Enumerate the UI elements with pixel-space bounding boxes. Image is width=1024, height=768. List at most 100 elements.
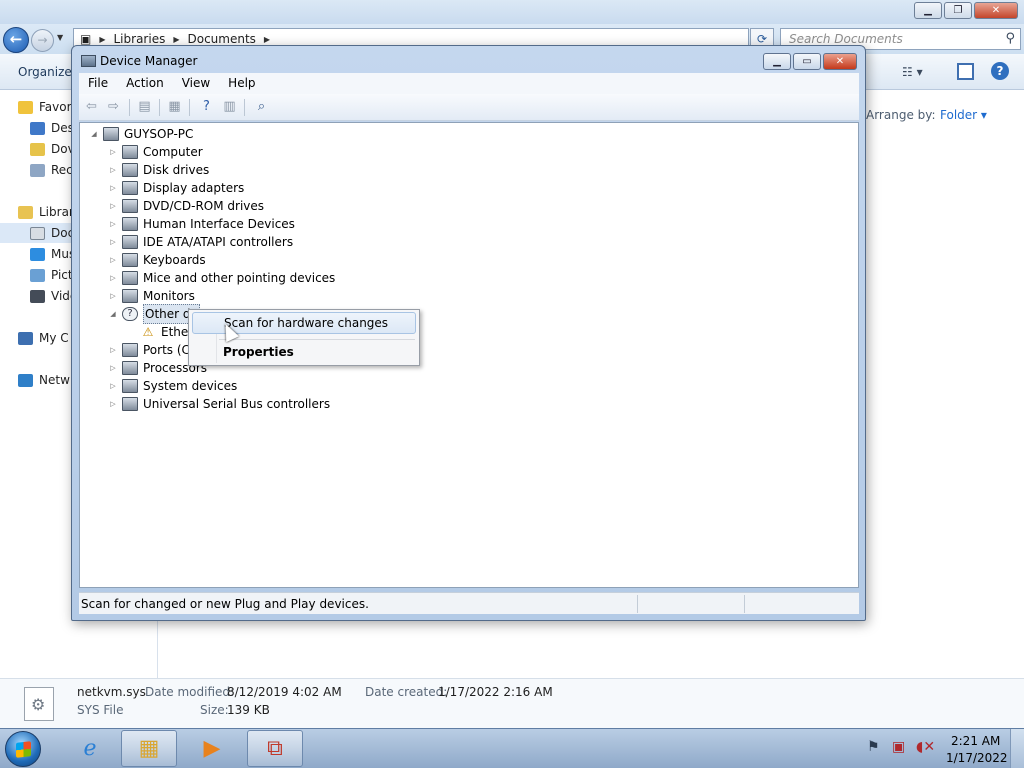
breadcrumb-libraries[interactable]: Libraries (114, 32, 166, 46)
tree-item-ports[interactable]: ▷ Ports (CO (107, 341, 199, 359)
chevron-right-icon[interactable]: ▶ (264, 35, 270, 44)
network-error-icon[interactable]: ▣ (892, 739, 905, 755)
chevron-down-icon: ▾ (980, 108, 987, 122)
back-button[interactable]: ← (3, 27, 29, 53)
tree-item-other-devices[interactable]: ◢? Other de (107, 304, 200, 324)
nav-favorites[interactable]: Favor (18, 97, 72, 117)
help-icon[interactable]: ? (991, 62, 1009, 80)
expand-icon[interactable]: ▷ (107, 359, 119, 377)
star-icon (18, 100, 33, 114)
expand-icon[interactable]: ▷ (107, 161, 119, 179)
collapse-icon[interactable]: ◢ (107, 305, 119, 323)
dvd-drive-icon (122, 199, 138, 213)
maximize-button[interactable]: ❐ (944, 2, 972, 19)
organize-button[interactable]: Organize (18, 65, 72, 79)
tree-item-keyboards[interactable]: ▷ Keyboards (107, 251, 206, 269)
date-created-value: 1/17/2022 2:16 AM (438, 685, 553, 699)
minimize-button[interactable]: ▁ (763, 53, 791, 70)
nav-my-computer[interactable]: My C (18, 328, 69, 348)
volume-muted-icon[interactable]: ◖✕ (916, 739, 935, 755)
show-desktop-button[interactable] (1010, 729, 1024, 768)
expand-icon[interactable]: ▷ (107, 269, 119, 287)
context-menu: Scan for hardware changes Properties (188, 309, 420, 366)
close-button[interactable]: ✕ (823, 53, 857, 70)
action-center-flag-icon[interactable]: ⚑ (867, 739, 880, 755)
collapse-icon[interactable]: ◢ (88, 125, 100, 143)
forward-arrow-icon[interactable]: ⇨ (105, 99, 122, 115)
preview-pane-button[interactable] (957, 63, 974, 80)
tree-item-dvd-drives[interactable]: ▷ DVD/CD-ROM drives (107, 197, 264, 215)
menu-help[interactable]: Help (219, 73, 264, 94)
tree-item-computer[interactable]: ▷ Computer (107, 143, 203, 161)
change-view-button[interactable]: ☷ ▾ (902, 65, 923, 79)
clock-date[interactable]: 1/17/2022 (946, 751, 1008, 765)
search-icon[interactable]: ⚲ (1005, 29, 1015, 49)
explorer-titlebar[interactable]: ▁ ❐ ✕ (0, 0, 1024, 24)
chevron-right-icon[interactable]: ▶ (173, 35, 179, 44)
nav-downloads[interactable]: Dov (30, 139, 75, 159)
tree-item-ide-controllers[interactable]: ▷ IDE ATA/ATAPI controllers (107, 233, 293, 251)
expand-icon[interactable]: ▷ (107, 377, 119, 395)
date-created-label: Date created: (365, 685, 448, 699)
show-hide-console-tree-icon[interactable]: ▤ (136, 99, 153, 115)
help-icon[interactable]: ? (198, 99, 215, 115)
menu-view[interactable]: View (173, 73, 219, 94)
library-icon: ▣ (80, 32, 92, 46)
back-arrow-icon[interactable]: ⇦ (83, 99, 100, 115)
expand-icon[interactable]: ▷ (107, 143, 119, 161)
windows-explorer-icon[interactable]: ▦ (121, 730, 177, 767)
expand-icon[interactable]: ▷ (107, 341, 119, 359)
expand-icon[interactable]: ▷ (107, 233, 119, 251)
tree-root[interactable]: ◢ GUYSOP-PC (88, 125, 193, 143)
properties-item[interactable]: Properties (192, 341, 416, 363)
port-icon (122, 343, 138, 357)
expand-icon[interactable]: ▷ (107, 215, 119, 233)
recent-places-icon (30, 163, 45, 177)
start-button[interactable] (5, 731, 41, 767)
menu-file[interactable]: File (79, 73, 117, 94)
expand-icon[interactable]: ▷ (107, 251, 119, 269)
tree-item-display-adapters[interactable]: ▷ Display adapters (107, 179, 244, 197)
expand-icon[interactable]: ▷ (107, 395, 119, 413)
close-button[interactable]: ✕ (974, 2, 1018, 19)
breadcrumb-documents[interactable]: Documents (187, 32, 255, 46)
internet-explorer-icon[interactable]: ℯ (62, 730, 118, 767)
media-player-icon[interactable]: ▶ (184, 730, 240, 767)
properties-icon[interactable]: ▦ (166, 99, 183, 115)
tree-item-hid[interactable]: ▷ Human Interface Devices (107, 215, 295, 233)
nav-desktop[interactable]: Des (30, 118, 74, 138)
nav-music[interactable]: Mus (30, 244, 75, 264)
pictures-icon (30, 268, 45, 282)
nav-pictures[interactable]: Pict (30, 265, 73, 285)
details-pane: netkvm.sys SYS File Date modified: 8/12/… (0, 678, 1024, 728)
device-manager-icon (81, 55, 96, 67)
window-title: Device Manager (100, 54, 198, 68)
expand-icon[interactable]: ▷ (107, 197, 119, 215)
menu-action[interactable]: Action (117, 73, 173, 94)
tree-item-ethernet-controller[interactable]: ⚠ Ether (125, 323, 194, 341)
arrange-by-dropdown[interactable]: Folder ▾ (940, 108, 987, 122)
tree-item-mice[interactable]: ▷ Mice and other pointing devices (107, 269, 335, 287)
expand-icon[interactable]: ▷ (107, 179, 119, 197)
nav-recent[interactable]: Rec (30, 160, 73, 180)
tree-item-disk-drives[interactable]: ▷ Disk drives (107, 161, 209, 179)
forward-button[interactable]: → (31, 29, 54, 52)
tree-item-system-devices[interactable]: ▷ System devices (107, 377, 237, 395)
expand-icon[interactable]: ▷ (107, 287, 119, 305)
status-text: Scan for changed or new Plug and Play de… (81, 597, 369, 611)
tree-item-usb-controllers[interactable]: ▷ Universal Serial Bus controllers (107, 395, 330, 413)
monitor-icon (122, 289, 138, 303)
maximize-button[interactable]: ▭ (793, 53, 821, 70)
recent-pages-icon[interactable]: ▼ (57, 33, 63, 42)
nav-network[interactable]: Netw (18, 370, 70, 390)
action-pane-icon[interactable]: ▥ (221, 99, 238, 115)
toolbox-icon[interactable]: ⧉ (247, 730, 303, 767)
computer-icon (18, 331, 33, 345)
nav-libraries[interactable]: Librar (18, 202, 74, 222)
clock-time[interactable]: 2:21 AM (951, 734, 1000, 748)
menu-bar: File Action View Help (79, 73, 859, 94)
tree-item-monitors[interactable]: ▷ Monitors (107, 287, 195, 305)
minimize-button[interactable]: ▁ (914, 2, 942, 19)
processor-icon (122, 361, 138, 375)
scan-hardware-icon[interactable]: ⌕ (253, 99, 270, 115)
